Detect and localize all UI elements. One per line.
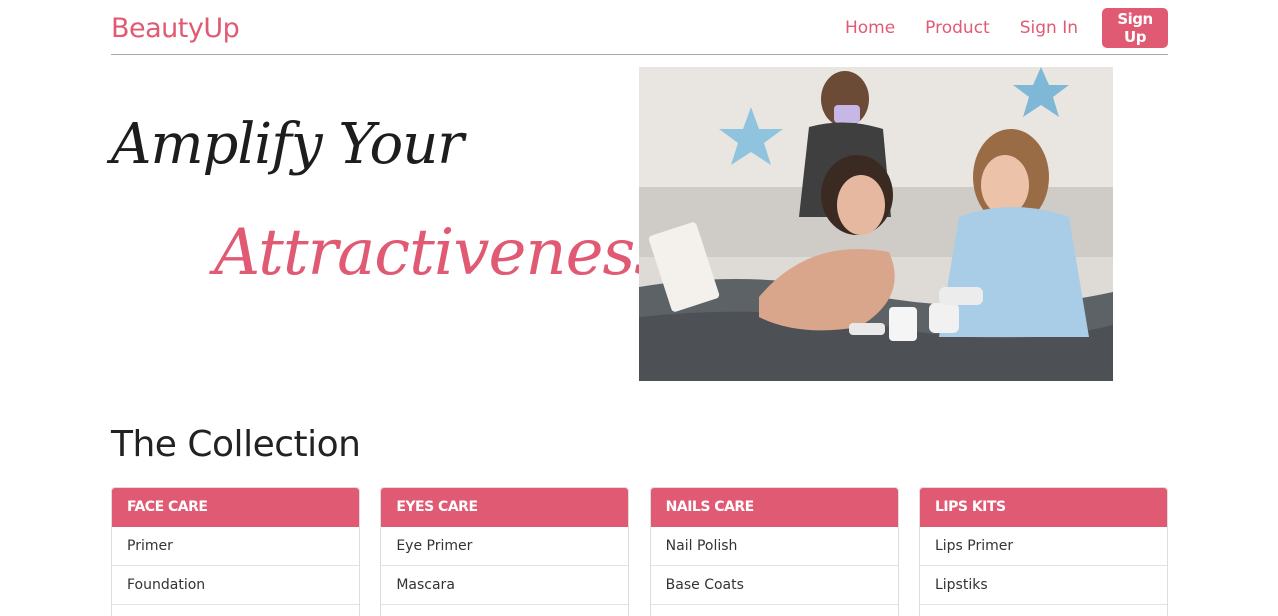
list-item[interactable] <box>920 605 1167 616</box>
card-lips-kits: LIPS KITS Lips Primer Lipstiks <box>918 487 1168 616</box>
list-item[interactable]: Lips Primer <box>919 527 1167 566</box>
nav-link-product[interactable]: Product <box>925 18 990 38</box>
navbar: BeautyUp Home Product Sign In Sign Up <box>111 0 1168 55</box>
card-header: LIPS KITS <box>919 488 1167 527</box>
list-item[interactable]: Base Coats <box>650 566 898 605</box>
card-nails-care: NAILS CARE Nail Polish Base Coats <box>649 487 899 616</box>
list-item[interactable] <box>651 605 898 616</box>
hero-headline-line1: Amplify Your <box>111 112 464 177</box>
hero-headline-line2: Attractiveness <box>214 216 667 290</box>
list-item[interactable]: Mascara <box>381 566 629 605</box>
card-eyes-care: EYES CARE Eye Primer Mascara <box>380 487 630 616</box>
brand-logo[interactable]: BeautyUp <box>111 13 240 44</box>
list-item[interactable] <box>381 605 628 616</box>
collection-title: The Collection <box>111 424 361 465</box>
nav-link-sign-in[interactable]: Sign In <box>1020 18 1078 38</box>
list-item[interactable]: Lipstiks <box>919 566 1167 605</box>
card-face-care: FACE CARE Primer Foundation <box>111 487 360 616</box>
list-item[interactable] <box>112 605 359 616</box>
nav-links: Home Product Sign In Sign Up <box>815 8 1168 48</box>
sign-up-button[interactable]: Sign Up <box>1102 8 1168 48</box>
nav-link-home[interactable]: Home <box>845 18 895 38</box>
hero-photo <box>639 67 1113 381</box>
list-item[interactable]: Primer <box>112 527 359 566</box>
card-header: FACE CARE <box>112 488 359 527</box>
list-item[interactable]: Foundation <box>112 566 359 605</box>
card-header: NAILS CARE <box>650 488 898 527</box>
hero-photo-illustration <box>639 67 1113 381</box>
page: BeautyUp Home Product Sign In Sign Up Am… <box>0 0 1278 616</box>
list-item[interactable]: Eye Primer <box>381 527 629 566</box>
list-item[interactable]: Nail Polish <box>650 527 898 566</box>
card-header: EYES CARE <box>381 488 629 527</box>
collection-cards: FACE CARE Primer Foundation EYES CARE Ey… <box>111 487 1168 616</box>
